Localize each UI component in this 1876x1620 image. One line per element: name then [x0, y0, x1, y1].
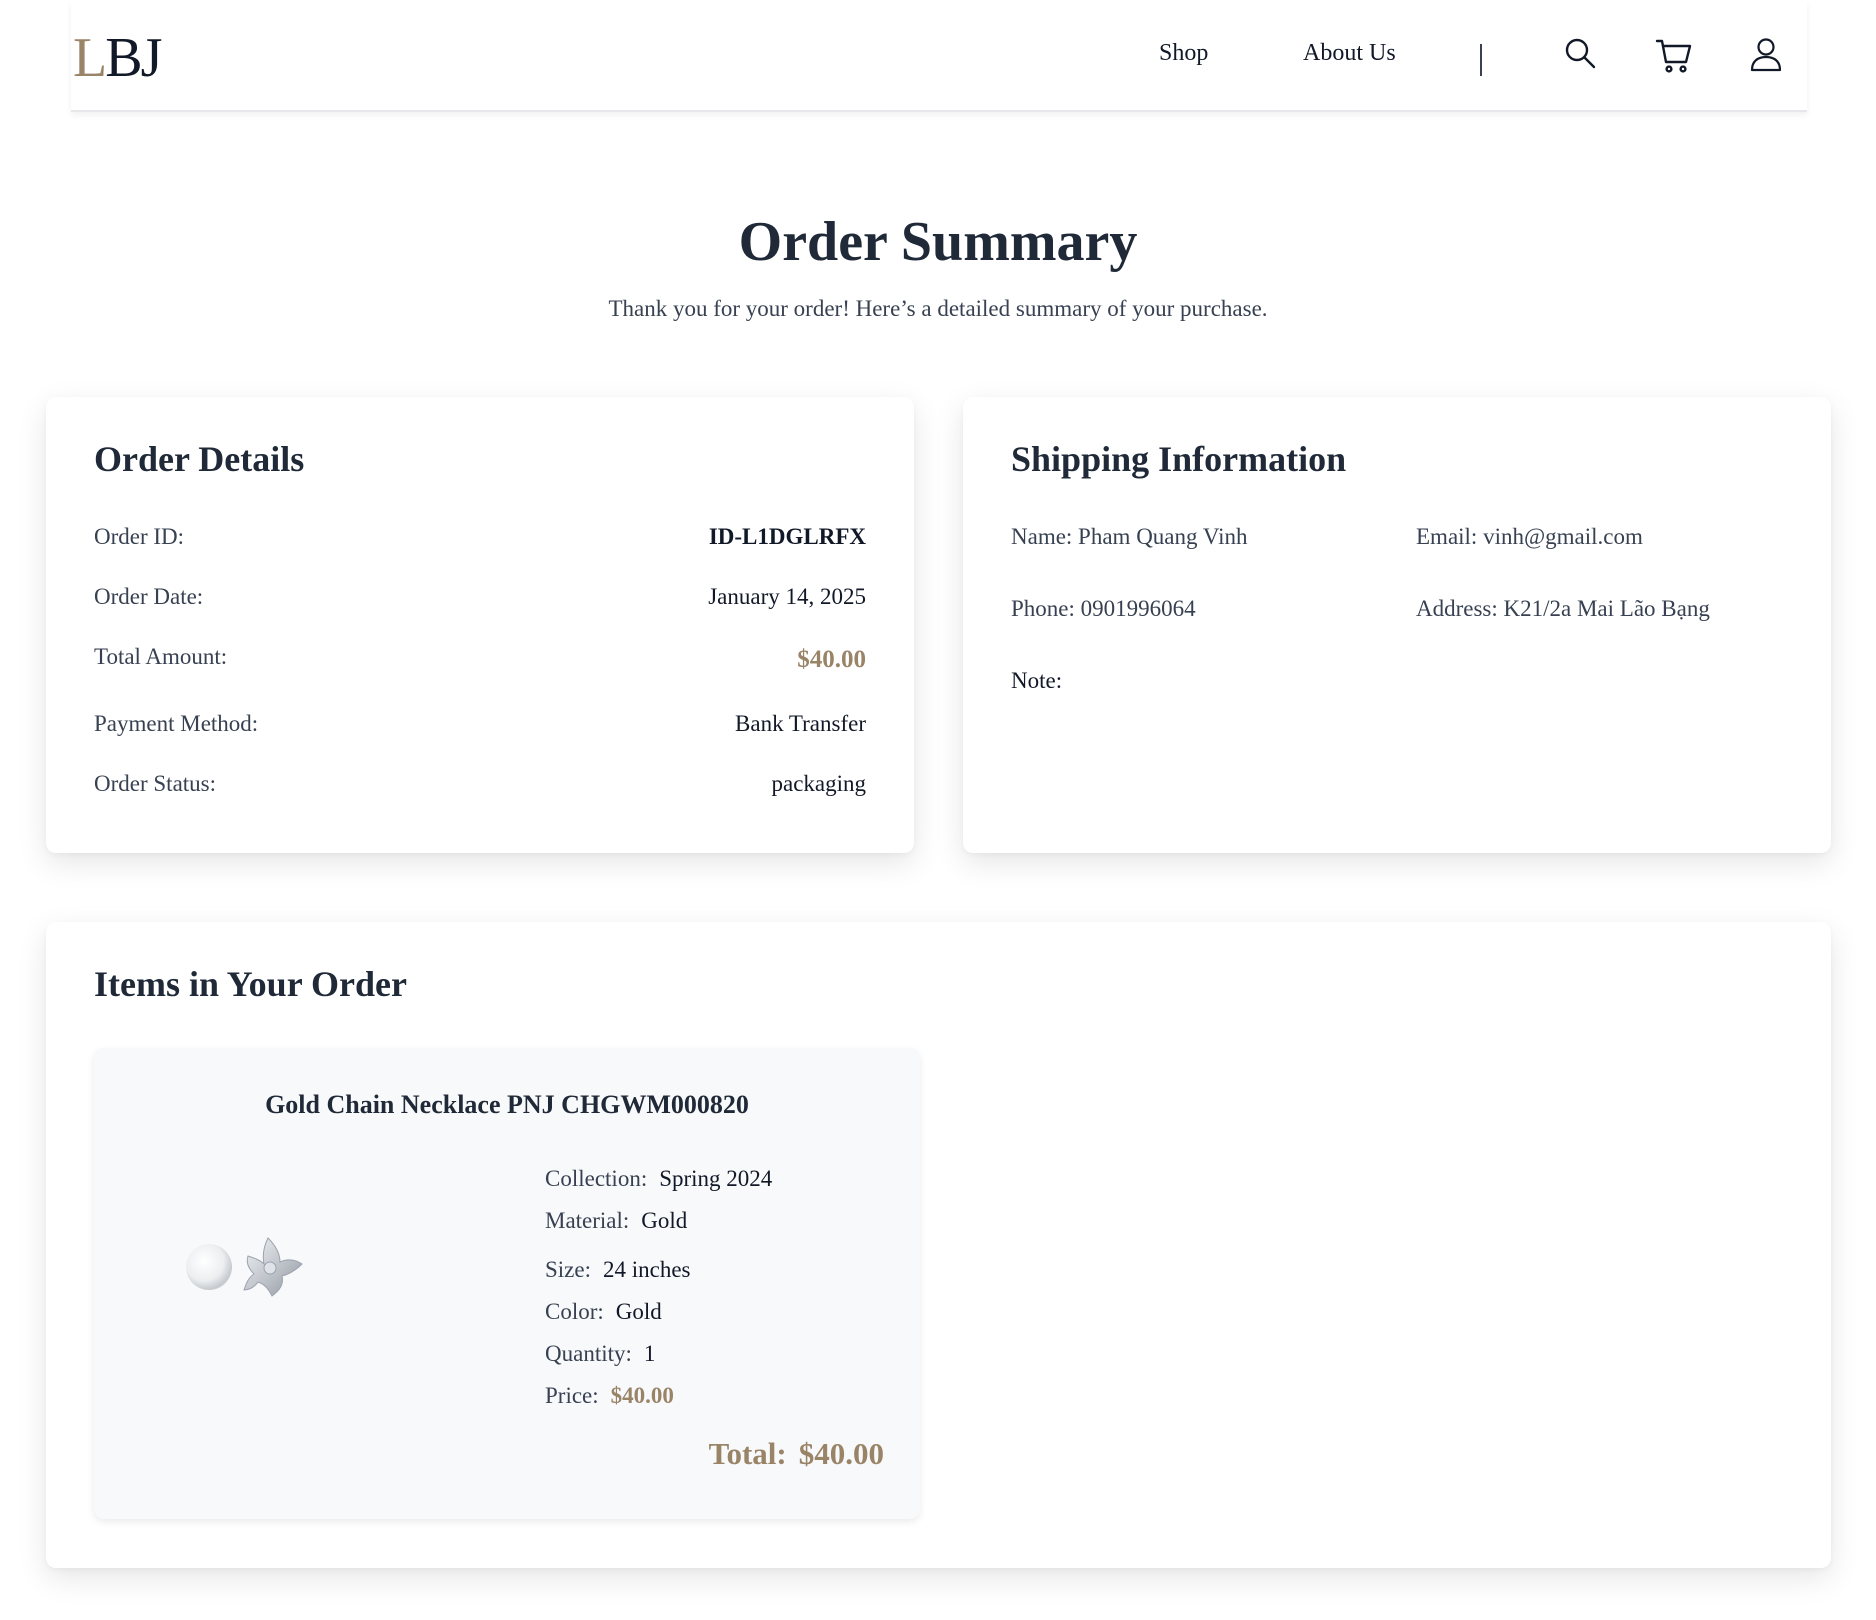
- item-attr-label: Color:: [545, 1299, 604, 1324]
- logo-letters-bj: BJ: [105, 27, 162, 89]
- page-subtitle: Thank you for your order! Here’s a detai…: [608, 296, 1268, 321]
- logo-letter-l: L: [73, 27, 107, 89]
- search-icon[interactable]: [1562, 36, 1600, 74]
- order-details-title: Order Details: [94, 439, 305, 479]
- item-attr-size: Size: 24 inches: [545, 1257, 691, 1283]
- item-total-value: $40.00: [798, 1436, 884, 1471]
- shipping-info-title: Shipping Information: [1011, 439, 1347, 479]
- order-id-label: Order ID:: [94, 524, 185, 549]
- nav-divider: [1480, 44, 1482, 76]
- item-image: [184, 1230, 308, 1300]
- item-attr-value: Gold: [641, 1208, 688, 1233]
- order-items-title: Items in Your Order: [94, 964, 407, 1004]
- payment-method-value: Bank Transfer: [735, 711, 866, 736]
- item-attr-label: Quantity:: [545, 1341, 632, 1366]
- shipping-note: Note:: [1011, 668, 1063, 693]
- total-amount-value: $40.00: [797, 646, 866, 673]
- order-items-card: Items in Your Order Gold Chain Necklace …: [46, 922, 1831, 1568]
- item-attr-value: $40.00: [610, 1383, 674, 1408]
- logo[interactable]: LBJ: [73, 27, 162, 89]
- item-attr-material: Material: Gold: [545, 1208, 687, 1234]
- item-attr-label: Price:: [545, 1383, 599, 1408]
- item-total-label: Total:: [708, 1436, 787, 1471]
- shipping-phone: Phone: 0901996064: [1011, 596, 1196, 621]
- order-details-card: Order Details Order ID: ID-L1DGLRFX Orde…: [46, 397, 914, 853]
- order-status-label: Order Status:: [94, 771, 217, 796]
- item-attr-collection: Collection: Spring 2024: [545, 1166, 772, 1192]
- payment-method-label: Payment Method:: [94, 711, 259, 736]
- shipping-address: Address: K21/2a Mai Lão Bạng: [1416, 596, 1710, 621]
- shipping-name: Name: Pham Quang Vinh: [1011, 524, 1248, 549]
- total-amount-label: Total Amount:: [94, 644, 228, 669]
- order-item: Gold Chain Necklace PNJ CHGWM000820 Coll…: [94, 1048, 920, 1519]
- user-icon[interactable]: [1747, 36, 1785, 74]
- item-attr-value: 1: [643, 1341, 656, 1366]
- item-attr-value: Spring 2024: [659, 1166, 773, 1191]
- cart-icon[interactable]: [1655, 36, 1693, 74]
- item-total: Total: $40.00: [709, 1436, 884, 1472]
- item-attr-label: Material:: [545, 1208, 630, 1233]
- order-date-label: Order Date:: [94, 584, 204, 609]
- item-name: Gold Chain Necklace PNJ CHGWM000820: [265, 1090, 749, 1119]
- shipping-info-card: Shipping Information Name: Pham Quang Vi…: [963, 397, 1831, 853]
- order-status-value: packaging: [771, 771, 866, 796]
- nav-link-shop[interactable]: Shop: [1159, 40, 1208, 67]
- item-attr-price: Price: $40.00: [545, 1383, 674, 1409]
- item-attr-value: Gold: [615, 1299, 662, 1324]
- item-attr-value: 24 inches: [603, 1257, 691, 1282]
- page-title: Order Summary: [738, 211, 1138, 273]
- item-attr-label: Collection:: [545, 1166, 648, 1191]
- nav-link-about-us[interactable]: About Us: [1303, 40, 1396, 67]
- order-id-value: ID-L1DGLRFX: [708, 524, 866, 549]
- item-attr-label: Size:: [545, 1257, 591, 1282]
- item-attr-quantity: Quantity: 1: [545, 1341, 655, 1367]
- shipping-email: Email: vinh@gmail.com: [1416, 524, 1643, 549]
- order-date-value: January 14, 2025: [708, 584, 866, 609]
- navbar: LBJ Shop About Us: [71, 0, 1807, 112]
- item-attr-color: Color: Gold: [545, 1299, 662, 1325]
